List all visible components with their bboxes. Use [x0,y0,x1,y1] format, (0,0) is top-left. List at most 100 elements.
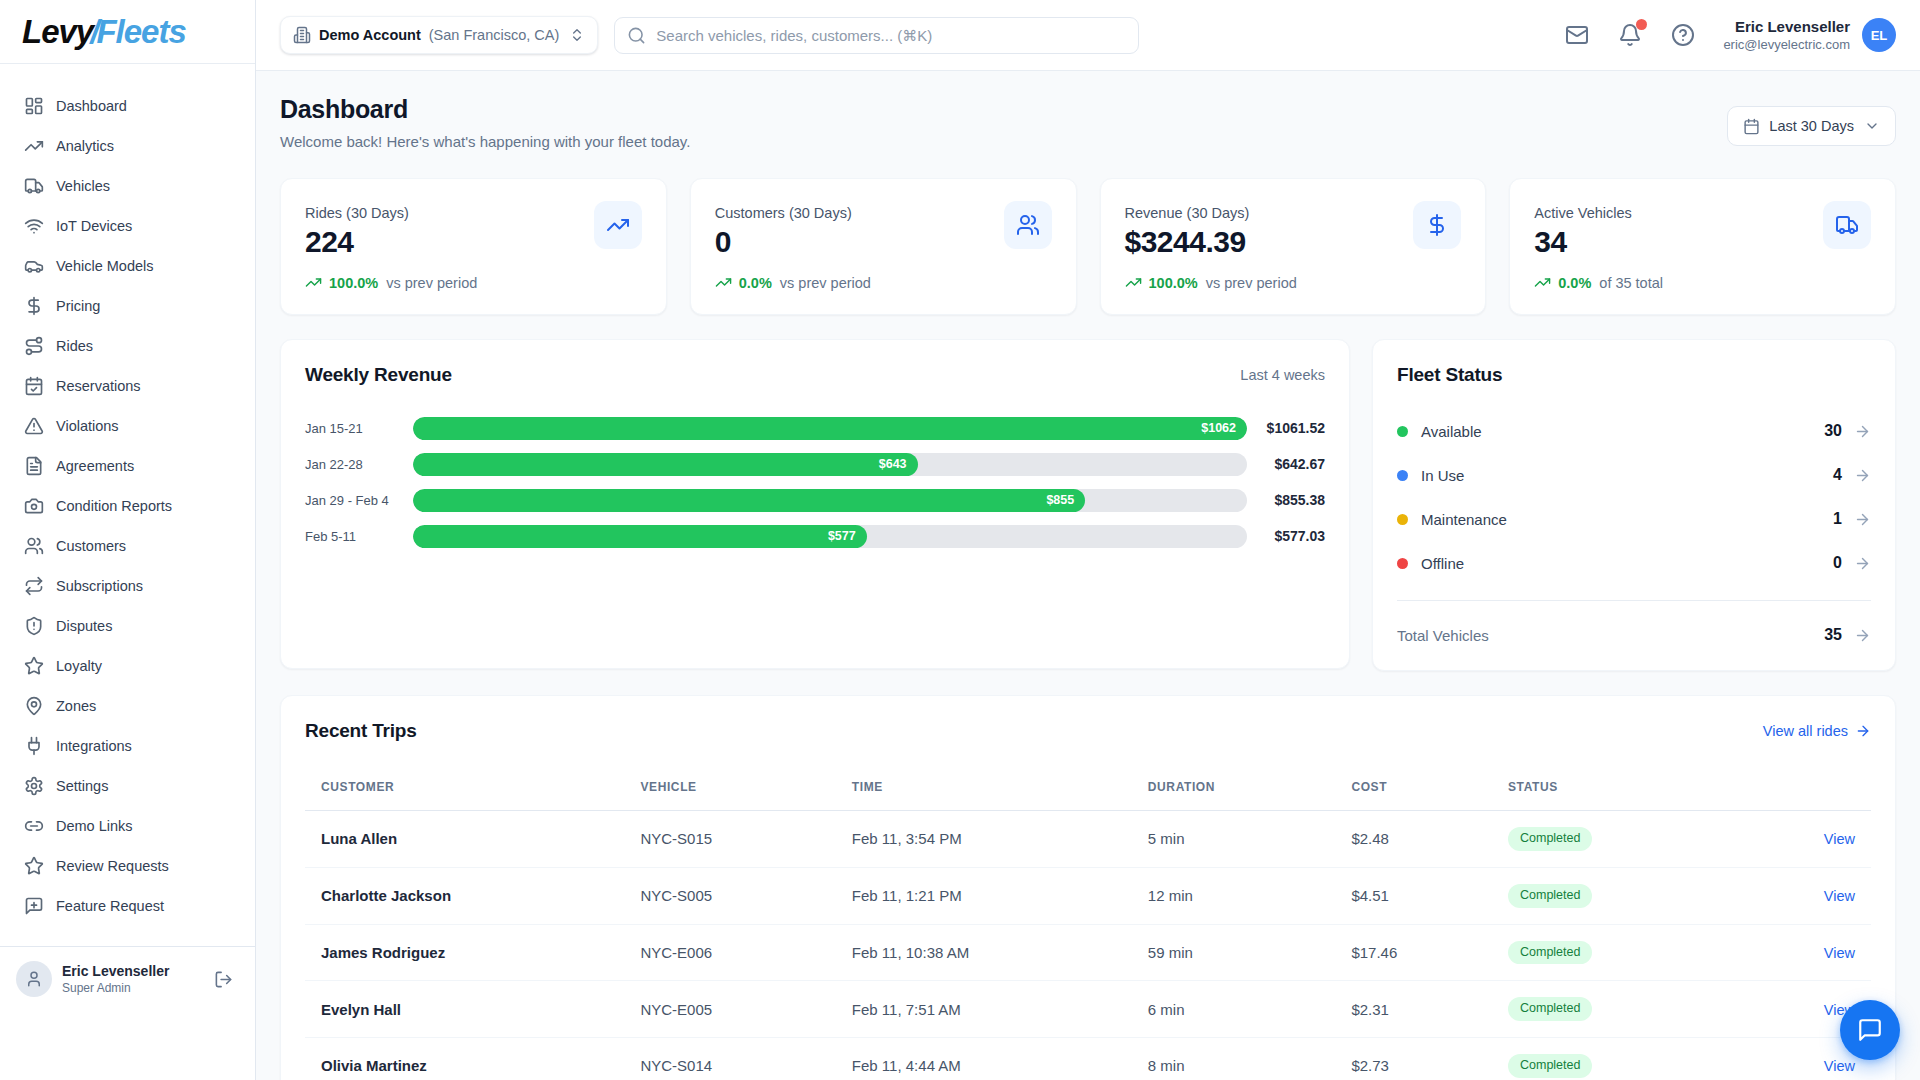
stat-top: Active Vehicles34 [1534,201,1871,259]
sidebar-item-review-requests[interactable]: Review Requests [0,846,255,886]
layout-dashboard-icon [24,96,44,116]
stat-text: Customers (30 Days)0 [715,201,852,259]
sidebar-item-label: Agreements [56,458,134,474]
sidebar-item-integrations[interactable]: Integrations [0,726,255,766]
topbar-user-info[interactable]: Eric Levenseller eric@levyelectric.com [1723,18,1850,52]
revenue-bar-row: Jan 22-28$643$642.67 [305,446,1325,482]
fleet-total-count: 35 [1824,626,1842,644]
sidebar-item-label: Customers [56,538,126,554]
sidebar-item-pricing[interactable]: Pricing [0,286,255,326]
stat-trend-note: vs prev period [1206,275,1297,291]
chat-fab-button[interactable] [1840,1000,1900,1060]
account-location: (San Francisco, CA) [429,27,560,43]
status-dot [1397,558,1408,569]
fleet-total-row[interactable]: Total Vehicles 35 [1397,609,1871,661]
cell-view: View [1750,811,1871,868]
stat-trend-value: 100.0% [329,275,378,291]
table-row: Luna AllenNYC-S015Feb 11, 3:54 PM5 min$2… [305,811,1871,868]
sidebar-nav: DashboardAnalyticsVehiclesIoT Devices Veh… [0,64,255,946]
fleet-row-available[interactable]: Available30 [1397,409,1871,453]
sidebar-item-vehicles[interactable]: Vehicles [0,166,255,206]
sidebar-item-customers[interactable]: Customers [0,526,255,566]
cell-duration: 8 min [1132,1038,1336,1080]
sidebar-item-agreements[interactable]: Agreements [0,446,255,486]
help-circle-icon [1671,23,1695,47]
stat-value: $3244.39 [1125,225,1250,259]
log-out-icon[interactable] [214,970,233,989]
trending-up-icon [606,213,630,237]
sidebar-item-vehicle-models[interactable]: Vehicle Models [0,246,255,286]
truck-front-icon [1835,213,1859,237]
sidebar-user-avatar [16,961,52,997]
fleet-total-label: Total Vehicles [1397,627,1489,644]
revenue-bar-row: Jan 29 - Feb 4$855$855.38 [305,482,1325,518]
wifi-icon [24,216,44,236]
cell-status: Completed [1492,867,1750,924]
sidebar-item-demo-links[interactable]: Demo Links [0,806,255,846]
sidebar-item-label: Vehicle Models [56,258,154,274]
fleet-row-in-use[interactable]: In Use4 [1397,453,1871,497]
sidebar-item-subscriptions[interactable]: Subscriptions [0,566,255,606]
bar-inner-label: $855 [1046,493,1074,507]
view-link[interactable]: View [1824,831,1855,847]
cell-view: View [1750,924,1871,981]
sidebar-item-label: Loyalty [56,658,102,674]
sidebar-item-loyalty[interactable]: Loyalty [0,646,255,686]
fleet-status-count: 4 [1833,466,1842,484]
message-square-plus-icon [24,896,44,916]
sidebar-item-rides[interactable]: Rides [0,326,255,366]
search-input[interactable] [656,27,1126,44]
avatar[interactable]: EL [1862,18,1896,52]
charts-row: Weekly Revenue Last 4 weeks Jan 15-21$10… [280,339,1896,671]
users-icon [1016,213,1040,237]
brand-logo[interactable]: Levy/Fleets [0,0,255,64]
arrow-right-icon [1854,627,1871,644]
stat-value: 34 [1534,225,1632,259]
alert-triangle-icon [24,416,44,436]
status-badge: Completed [1508,1054,1592,1078]
fleet-row-offline[interactable]: Offline0 [1397,541,1871,585]
cell-status: Completed [1492,811,1750,868]
status-dot [1397,470,1408,481]
fleet-row-right: 1 [1833,510,1871,528]
fleet-row-maintenance[interactable]: Maintenance 1 [1397,497,1871,541]
fleet-status-card: Fleet Status Available30In Use4Maintenan… [1372,339,1896,671]
view-all-rides-link[interactable]: View all rides [1763,723,1871,739]
sidebar-item-feature-request[interactable]: Feature Request [0,886,255,926]
sidebar-item-disputes[interactable]: Disputes [0,606,255,646]
sidebar-item-iot-devices[interactable]: IoT Devices [0,206,255,246]
revenue-bar-row: Feb 5-11$577$577.03 [305,518,1325,554]
view-link[interactable]: View [1824,1058,1855,1074]
sidebar-item-zones[interactable]: Zones [0,686,255,726]
view-link[interactable]: View [1824,945,1855,961]
stat-card-3: Active Vehicles340.0%of 35 total [1509,178,1896,315]
bar-fill: $1062 [413,417,1247,440]
sidebar-user[interactable]: Eric Levenseller Super Admin [0,946,255,1011]
help-button[interactable] [1671,23,1695,47]
sidebar-item-analytics[interactable]: Analytics [0,126,255,166]
notifications-button[interactable] [1618,23,1642,47]
revenue-bar-row: Jan 15-21$1062$1061.52 [305,410,1325,446]
sidebar-item-settings[interactable]: Settings [0,766,255,806]
topbar-user-email: eric@levyelectric.com [1723,37,1850,52]
status-badge: Completed [1508,997,1592,1021]
sidebar-item-reservations[interactable]: Reservations [0,366,255,406]
stat-trend-value: 100.0% [1149,275,1198,291]
view-link[interactable]: View [1824,888,1855,904]
sidebar-user-name: Eric Levenseller [62,963,204,979]
messages-button[interactable] [1565,23,1589,47]
table-row: Charlotte JacksonNYC-S005Feb 11, 1:21 PM… [305,867,1871,924]
fleet-status-label: Maintenance [1421,511,1507,528]
account-switcher[interactable]: Demo Account (San Francisco, CA) [280,16,598,54]
sidebar-item-condition-reports[interactable]: Condition Reports [0,486,255,526]
period-selector[interactable]: Last 30 Days [1727,106,1896,146]
stat-iconbox [1004,201,1052,249]
sidebar-item-violations[interactable]: Violations [0,406,255,446]
sidebar-item-dashboard[interactable]: Dashboard [0,86,255,126]
settings-icon [24,776,44,796]
fleet-total-right: 35 [1824,626,1871,644]
fleet-status-rows: Available30In Use4 Maintenance 1 Offline0 [1397,409,1871,585]
cell-time: Feb 11, 1:21 PM [836,867,1132,924]
fleet-row-right: 0 [1833,554,1871,572]
status-badge: Completed [1508,941,1592,965]
